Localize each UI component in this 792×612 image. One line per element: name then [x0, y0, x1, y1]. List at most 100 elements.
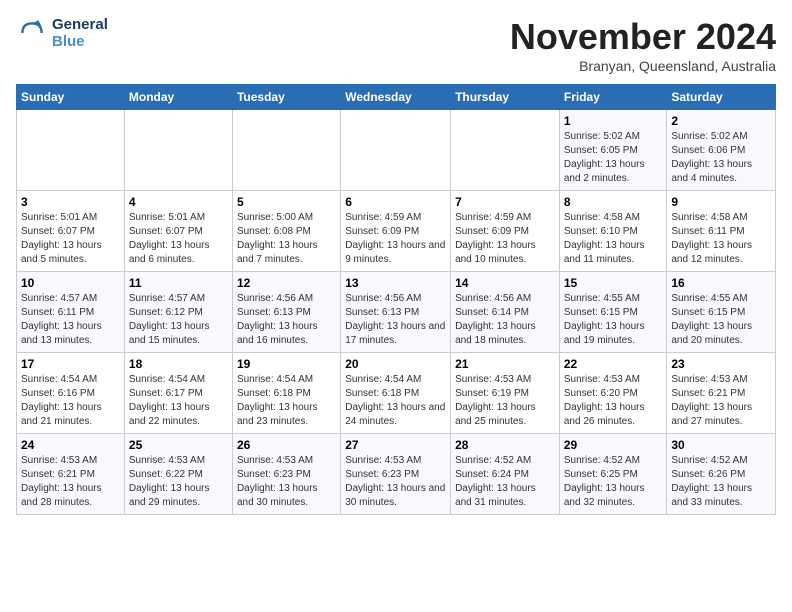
weekday-header-row: SundayMondayTuesdayWednesdayThursdayFrid… — [17, 85, 776, 110]
calendar-cell: 27Sunrise: 4:53 AM Sunset: 6:23 PM Dayli… — [341, 434, 451, 515]
calendar-cell — [17, 110, 125, 191]
day-info: Sunrise: 4:56 AM Sunset: 6:13 PM Dayligh… — [345, 292, 446, 348]
calendar-cell: 18 Sunrise: 4:54 AM Sunset: 6:17 PM Dayli… — [124, 353, 232, 434]
day-number: 16 — [671, 276, 771, 290]
day-info: Sunrise: 4:54 AM Sunset: 6:18 PM Dayligh… — [237, 373, 336, 429]
day-info: Sunrise: 4:54 AM Sunset: 6:18 PM Dayligh… — [345, 373, 446, 429]
day-info: Sunrise: 4:52 AM Sunset: 6:26 PM Dayligh… — [671, 454, 771, 510]
weekday-header-saturday: Saturday — [667, 85, 776, 110]
day-number: 25 — [129, 438, 228, 452]
calendar-cell: 6Sunrise: 4:59 AM Sunset: 6:09 PM Daylig… — [341, 191, 451, 272]
calendar-cell: 9 Sunrise: 4:58 AM Sunset: 6:11 PM Daylig… — [667, 191, 776, 272]
calendar-cell — [124, 110, 232, 191]
calendar-cell: 14Sunrise: 4:56 AM Sunset: 6:14 PM Dayli… — [451, 272, 560, 353]
calendar-cell: 11 Sunrise: 4:57 AM Sunset: 6:12 PM Dayli… — [124, 272, 232, 353]
month-title: November 2024 — [510, 16, 776, 58]
day-info: Sunrise: 4:54 AM Sunset: 6:16 PM Dayligh… — [21, 373, 120, 429]
calendar-cell: 3Sunrise: 5:01 AM Sunset: 6:07 PM Daylig… — [17, 191, 125, 272]
week-row-5: 24 Sunrise: 4:53 AM Sunset: 6:21 PM Dayli… — [17, 434, 776, 515]
page-header: General Blue November 2024 Branyan, Quee… — [16, 16, 776, 74]
day-number: 1 — [564, 114, 663, 128]
day-number: 20 — [345, 357, 446, 371]
day-info: Sunrise: 4:58 AM Sunset: 6:10 PM Dayligh… — [564, 211, 663, 267]
day-info: Sunrise: 4:57 AM Sunset: 6:11 PM Dayligh… — [21, 292, 120, 348]
day-info: Sunrise: 5:00 AM Sunset: 6:08 PM Dayligh… — [237, 211, 336, 267]
day-number: 9 — [671, 195, 771, 209]
day-number: 14 — [455, 276, 555, 290]
day-number: 27 — [345, 438, 446, 452]
logo-text: General Blue — [52, 16, 108, 50]
day-info: Sunrise: 5:02 AM Sunset: 6:05 PM Dayligh… — [564, 130, 663, 186]
calendar-header: SundayMondayTuesdayWednesdayThursdayFrid… — [17, 85, 776, 110]
day-number: 17 — [21, 357, 120, 371]
calendar-body: 1 Sunrise: 5:02 AM Sunset: 6:05 PM Daylig… — [17, 110, 776, 515]
day-number: 29 — [564, 438, 663, 452]
calendar-cell: 7Sunrise: 4:59 AM Sunset: 6:09 PM Daylig… — [451, 191, 560, 272]
calendar-cell: 20 Sunrise: 4:54 AM Sunset: 6:18 PM Dayli… — [341, 353, 451, 434]
calendar-cell: 24 Sunrise: 4:53 AM Sunset: 6:21 PM Dayli… — [17, 434, 125, 515]
calendar-cell: 1 Sunrise: 5:02 AM Sunset: 6:05 PM Daylig… — [559, 110, 667, 191]
day-info: Sunrise: 4:59 AM Sunset: 6:09 PM Dayligh… — [345, 211, 446, 267]
day-info: Sunrise: 4:54 AM Sunset: 6:17 PM Dayligh… — [129, 373, 228, 429]
day-number: 30 — [671, 438, 771, 452]
day-number: 26 — [237, 438, 336, 452]
calendar-cell: 17 Sunrise: 4:54 AM Sunset: 6:16 PM Dayli… — [17, 353, 125, 434]
day-info: Sunrise: 4:53 AM Sunset: 6:22 PM Dayligh… — [129, 454, 228, 510]
calendar-table: SundayMondayTuesdayWednesdayThursdayFrid… — [16, 84, 776, 515]
day-number: 11 — [129, 276, 228, 290]
weekday-header-wednesday: Wednesday — [341, 85, 451, 110]
day-number: 2 — [671, 114, 771, 128]
title-block: November 2024 Branyan, Queensland, Austr… — [510, 16, 776, 74]
day-info: Sunrise: 4:57 AM Sunset: 6:12 PM Dayligh… — [129, 292, 228, 348]
day-number: 13 — [345, 276, 446, 290]
day-number: 12 — [237, 276, 336, 290]
day-number: 18 — [129, 357, 228, 371]
calendar-cell: 23 Sunrise: 4:53 AM Sunset: 6:21 PM Dayli… — [667, 353, 776, 434]
day-number: 19 — [237, 357, 336, 371]
location-subtitle: Branyan, Queensland, Australia — [510, 58, 776, 74]
weekday-header-monday: Monday — [124, 85, 232, 110]
day-info: Sunrise: 4:53 AM Sunset: 6:21 PM Dayligh… — [671, 373, 771, 429]
weekday-header-friday: Friday — [559, 85, 667, 110]
calendar-cell: 2Sunrise: 5:02 AM Sunset: 6:06 PM Daylig… — [667, 110, 776, 191]
calendar-cell: 29 Sunrise: 4:52 AM Sunset: 6:25 PM Dayli… — [559, 434, 667, 515]
day-info: Sunrise: 4:56 AM Sunset: 6:13 PM Dayligh… — [237, 292, 336, 348]
logo: General Blue — [16, 16, 108, 50]
calendar-cell: 13 Sunrise: 4:56 AM Sunset: 6:13 PM Dayli… — [341, 272, 451, 353]
calendar-cell: 16 Sunrise: 4:55 AM Sunset: 6:15 PM Dayli… — [667, 272, 776, 353]
day-info: Sunrise: 4:53 AM Sunset: 6:21 PM Dayligh… — [21, 454, 120, 510]
day-info: Sunrise: 4:53 AM Sunset: 6:20 PM Dayligh… — [564, 373, 663, 429]
day-info: Sunrise: 5:01 AM Sunset: 6:07 PM Dayligh… — [21, 211, 120, 267]
weekday-header-sunday: Sunday — [17, 85, 125, 110]
week-row-4: 17 Sunrise: 4:54 AM Sunset: 6:16 PM Dayli… — [17, 353, 776, 434]
day-number: 23 — [671, 357, 771, 371]
weekday-header-tuesday: Tuesday — [232, 85, 340, 110]
day-number: 5 — [237, 195, 336, 209]
day-number: 15 — [564, 276, 663, 290]
calendar-cell: 28Sunrise: 4:52 AM Sunset: 6:24 PM Dayli… — [451, 434, 560, 515]
calendar-cell: 25 Sunrise: 4:53 AM Sunset: 6:22 PM Dayli… — [124, 434, 232, 515]
week-row-1: 1 Sunrise: 5:02 AM Sunset: 6:05 PM Daylig… — [17, 110, 776, 191]
day-info: Sunrise: 4:55 AM Sunset: 6:15 PM Dayligh… — [564, 292, 663, 348]
calendar-cell — [341, 110, 451, 191]
day-info: Sunrise: 4:53 AM Sunset: 6:23 PM Dayligh… — [237, 454, 336, 510]
calendar-cell: 21Sunrise: 4:53 AM Sunset: 6:19 PM Dayli… — [451, 353, 560, 434]
day-number: 10 — [21, 276, 120, 290]
calendar-cell: 10 Sunrise: 4:57 AM Sunset: 6:11 PM Dayli… — [17, 272, 125, 353]
calendar-cell: 30 Sunrise: 4:52 AM Sunset: 6:26 PM Dayli… — [667, 434, 776, 515]
calendar-cell: 4 Sunrise: 5:01 AM Sunset: 6:07 PM Daylig… — [124, 191, 232, 272]
calendar-cell: 12 Sunrise: 4:56 AM Sunset: 6:13 PM Dayli… — [232, 272, 340, 353]
day-number: 28 — [455, 438, 555, 452]
day-info: Sunrise: 4:55 AM Sunset: 6:15 PM Dayligh… — [671, 292, 771, 348]
calendar-cell — [232, 110, 340, 191]
day-number: 4 — [129, 195, 228, 209]
calendar-cell: 15 Sunrise: 4:55 AM Sunset: 6:15 PM Dayli… — [559, 272, 667, 353]
calendar-cell: 8Sunrise: 4:58 AM Sunset: 6:10 PM Daylig… — [559, 191, 667, 272]
day-number: 24 — [21, 438, 120, 452]
day-number: 7 — [455, 195, 555, 209]
day-number: 21 — [455, 357, 555, 371]
logo-icon — [16, 17, 48, 49]
day-info: Sunrise: 4:52 AM Sunset: 6:25 PM Dayligh… — [564, 454, 663, 510]
day-info: Sunrise: 4:58 AM Sunset: 6:11 PM Dayligh… — [671, 211, 771, 267]
day-info: Sunrise: 5:01 AM Sunset: 6:07 PM Dayligh… — [129, 211, 228, 267]
